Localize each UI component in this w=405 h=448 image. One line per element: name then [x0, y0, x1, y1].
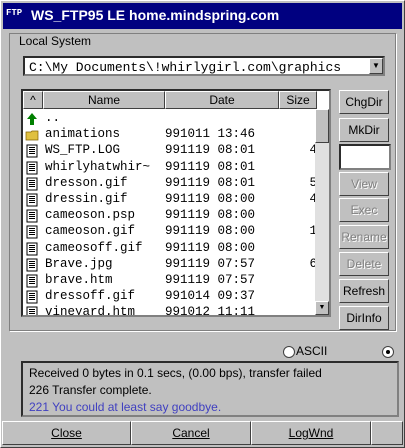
- local-path-combobox[interactable]: C:\My Documents\!whirlygirl.com\graphics…: [23, 56, 385, 76]
- file-date: 991119 07:57: [165, 273, 256, 287]
- up-arrow-icon: [25, 112, 39, 126]
- local-file-list[interactable]: ^ Name Date Size .. animations 991011 13:4…: [21, 89, 331, 317]
- list-item[interactable]: vineyard.htm 991012 11:11: [23, 305, 317, 317]
- close-button[interactable]: Close: [2, 421, 131, 445]
- vertical-scrollbar[interactable]: ▼: [315, 109, 329, 315]
- file-icon: [25, 225, 39, 239]
- status-line: 221 You could at least say goodbye.: [29, 400, 222, 414]
- chgdir-button[interactable]: ChgDir: [339, 90, 389, 114]
- file-date: 991014 09:37: [165, 289, 256, 304]
- file-name: ..: [45, 111, 61, 125]
- blank-field[interactable]: [339, 144, 391, 170]
- file-name: cameoson.gif: [45, 224, 136, 239]
- file-icon: [25, 274, 39, 288]
- list-item[interactable]: brave.htm 991119 07:57: [23, 273, 317, 289]
- status-line: Received 0 bytes in 0.1 secs, (0.00 bps)…: [29, 366, 322, 380]
- scrollbar-thumb[interactable]: [315, 109, 329, 143]
- view-button[interactable]: View: [339, 172, 389, 196]
- list-item[interactable]: dressoff.gif 991014 09:37: [23, 289, 317, 305]
- title-bar[interactable]: FTP WS_FTP95 LE home.mindspring.com: [3, 3, 402, 29]
- file-size: 4: [309, 143, 317, 158]
- exec-button[interactable]: Exec: [339, 198, 389, 222]
- file-date: 991119 07:57: [165, 256, 256, 271]
- ascii-label: ASCII: [296, 344, 328, 358]
- close-button-label: Close: [51, 426, 82, 440]
- column-header-name[interactable]: Name: [43, 91, 165, 109]
- file-name: whirlyhatwhir~: [45, 159, 151, 174]
- file-date: 991119 08:00: [165, 240, 256, 255]
- list-item[interactable]: whirlyhatwhir~ 991119 08:01: [23, 160, 317, 176]
- ftp-app-icon: FTP: [6, 8, 23, 18]
- file-name: Brave.jpg: [45, 256, 113, 271]
- file-icon: [25, 290, 39, 304]
- file-date: 991012 11:11: [165, 305, 256, 317]
- file-name: vineyard.htm: [45, 305, 136, 317]
- file-date: 991119 08:00: [165, 224, 256, 239]
- file-name: dressoff.gif: [45, 289, 136, 304]
- list-item[interactable]: WS_FTP.LOG 991119 08:01 4: [23, 143, 317, 159]
- file-name: cameosoff.gif: [45, 240, 143, 255]
- list-item[interactable]: cameoson.gif 991119 08:00 1: [23, 224, 317, 240]
- status-line: 226 Transfer complete.: [29, 383, 152, 397]
- file-size: 4: [309, 192, 317, 206]
- logwnd-button-label: LogWnd: [288, 426, 334, 440]
- column-header-date[interactable]: Date: [165, 91, 279, 109]
- dirinfo-button[interactable]: DirInfo: [339, 306, 389, 330]
- binary-radio[interactable]: [382, 346, 394, 358]
- local-system-label: Local System: [17, 34, 94, 48]
- file-icon: [25, 258, 39, 272]
- file-icon: [25, 193, 39, 207]
- list-item[interactable]: cameosoff.gif 991119 08:00: [23, 241, 317, 257]
- delete-button[interactable]: Delete: [339, 252, 389, 276]
- list-item[interactable]: animations 991011 13:46: [23, 127, 317, 143]
- file-name: brave.htm: [45, 273, 113, 287]
- refresh-button[interactable]: Refresh: [339, 279, 389, 303]
- mkdir-button[interactable]: MkDir: [339, 118, 389, 142]
- file-icon: [25, 144, 39, 158]
- list-item[interactable]: dresson.gif 991119 08:01 5: [23, 176, 317, 192]
- file-icon: [25, 161, 39, 175]
- bottom-button-bar: Close Cancel LogWnd: [1, 421, 404, 447]
- file-date: 991011 13:46: [165, 127, 256, 142]
- window-title: WS_FTP95 LE home.mindspring.com: [31, 7, 280, 23]
- blank-bottom-button[interactable]: [371, 421, 403, 445]
- logwnd-button[interactable]: LogWnd: [251, 421, 371, 445]
- column-header-size[interactable]: Size: [279, 91, 317, 109]
- file-icon: [25, 242, 39, 256]
- file-date: 991119 08:00: [165, 192, 256, 206]
- list-item[interactable]: cameoson.psp 991119 08:00: [23, 208, 317, 224]
- list-item[interactable]: dressin.gif 991119 08:00 4: [23, 192, 317, 208]
- file-date: 991119 08:00: [165, 208, 256, 223]
- file-size: 1: [309, 224, 317, 239]
- file-size: 5: [309, 175, 317, 190]
- rename-button[interactable]: Rename: [339, 225, 389, 249]
- file-icon: [25, 209, 39, 223]
- file-name: animations: [45, 127, 121, 142]
- cancel-button[interactable]: Cancel: [131, 421, 251, 445]
- file-name: WS_FTP.LOG: [45, 143, 121, 158]
- file-name: dressin.gif: [45, 192, 128, 206]
- column-sort-toggle[interactable]: ^: [23, 91, 43, 109]
- list-item[interactable]: Brave.jpg 991119 07:57 6: [23, 257, 317, 273]
- file-date: 991119 08:01: [165, 175, 256, 190]
- file-date: 991119 08:01: [165, 143, 256, 158]
- ascii-radio[interactable]: [283, 346, 295, 358]
- list-item[interactable]: ..: [23, 111, 317, 127]
- scroll-down-icon[interactable]: ▼: [315, 301, 329, 315]
- file-name: dresson.gif: [45, 175, 128, 190]
- ftp-window: FTP WS_FTP95 LE home.mindspring.com Loca…: [0, 0, 405, 448]
- folder-icon: [25, 128, 39, 142]
- file-size: 6: [309, 256, 317, 271]
- cancel-button-label: Cancel: [172, 426, 210, 440]
- status-log[interactable]: Received 0 bytes in 0.1 secs, (0.00 bps)…: [21, 361, 399, 417]
- file-name: cameoson.psp: [45, 208, 136, 223]
- local-path-text: C:\My Documents\!whirlygirl.com\graphics: [29, 60, 342, 75]
- chevron-down-icon[interactable]: ▼: [369, 58, 383, 74]
- file-date: 991119 08:01: [165, 159, 256, 174]
- file-icon: [25, 306, 39, 315]
- file-icon: [25, 177, 39, 191]
